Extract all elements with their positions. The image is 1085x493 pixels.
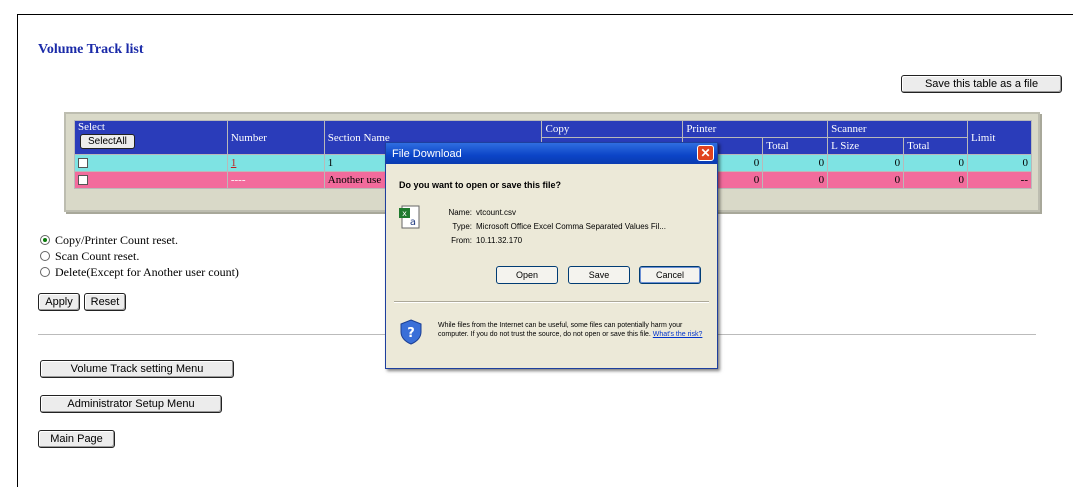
close-icon[interactable]: ✕ (697, 145, 714, 161)
excel-csv-icon: x a (399, 205, 420, 229)
header-printer: Printer (682, 120, 829, 138)
option-label: Delete(Except for Another user count) (55, 265, 239, 279)
radio-button[interactable] (40, 267, 50, 277)
file-source: 10.11.32.170 (476, 236, 523, 245)
radio-button[interactable] (40, 251, 50, 261)
dialog-title: File Download (392, 147, 462, 160)
radio-button[interactable] (40, 235, 50, 245)
row-scanner-total: 0 (903, 154, 968, 172)
header-number: Number (226, 120, 325, 155)
row-scanner-lsize: 0 (827, 154, 905, 172)
row-number-link[interactable]: 1 (231, 157, 237, 169)
header-copy: Copy (541, 120, 684, 138)
open-button[interactable]: Open (496, 266, 558, 284)
row-limit: 0 (967, 154, 1032, 172)
row-checkbox[interactable] (78, 175, 88, 186)
select-all-button[interactable]: SelectAll (80, 134, 135, 149)
risk-link[interactable]: What's the risk? (653, 331, 703, 338)
header-scanner: Scanner (827, 120, 968, 138)
volume-track-setting-menu-button[interactable]: Volume Track setting Menu (40, 360, 234, 378)
page-title: Volume Track list (38, 42, 144, 57)
apply-button[interactable]: Apply (38, 293, 80, 311)
option-copy-printer-reset[interactable]: Copy/Printer Count reset. (40, 232, 239, 248)
reset-button[interactable]: Reset (84, 293, 126, 311)
header-scanner-total: Total (903, 137, 968, 155)
file-download-dialog: File Download ✕ Do you want to open or s… (385, 142, 718, 369)
file-info: Name: vtcount.csv Type: Microsoft Office E… (448, 208, 666, 245)
row-scanner-lsize: 0 (827, 171, 905, 189)
dialog-question: Do you want to open or save this file? (399, 180, 562, 190)
save-button[interactable]: Save (568, 266, 630, 284)
save-table-button[interactable]: Save this table as a file (901, 75, 1062, 93)
reset-options: Copy/Printer Count reset. Scan Count res… (40, 232, 239, 280)
administrator-setup-menu-button[interactable]: Administrator Setup Menu (40, 395, 222, 413)
header-printer-total: Total (762, 137, 829, 155)
dialog-divider (394, 301, 709, 302)
shield-question-icon: ? (400, 319, 422, 345)
option-delete[interactable]: Delete(Except for Another user count) (40, 264, 239, 280)
cancel-button[interactable]: Cancel (639, 266, 701, 284)
row-checkbox[interactable] (78, 158, 88, 169)
row-printer-total: 0 (762, 154, 829, 172)
row-number: ---- (226, 171, 325, 189)
header-scanner-lsize: L Size (827, 137, 905, 155)
warning-text: While files from the Internet can be use… (438, 322, 703, 338)
option-label: Copy/Printer Count reset. (55, 233, 178, 247)
svg-text:x: x (402, 209, 407, 218)
option-label: Scan Count reset. (55, 249, 140, 263)
file-type: Microsoft Office Excel Comma Separated V… (476, 222, 666, 231)
main-page-button[interactable]: Main Page (38, 430, 115, 448)
header-select: Select SelectAll (74, 120, 228, 155)
header-select-label: Select (78, 121, 105, 133)
option-scan-reset[interactable]: Scan Count reset. (40, 248, 239, 264)
row-limit: -- (967, 171, 1032, 189)
file-name: vtcount.csv (476, 208, 517, 217)
svg-text:a: a (410, 217, 416, 228)
header-limit: Limit (967, 120, 1032, 155)
row-printer-total: 0 (762, 171, 829, 189)
dialog-titlebar[interactable]: File Download ✕ (386, 143, 717, 164)
row-scanner-total: 0 (903, 171, 968, 189)
svg-text:?: ? (407, 326, 415, 341)
